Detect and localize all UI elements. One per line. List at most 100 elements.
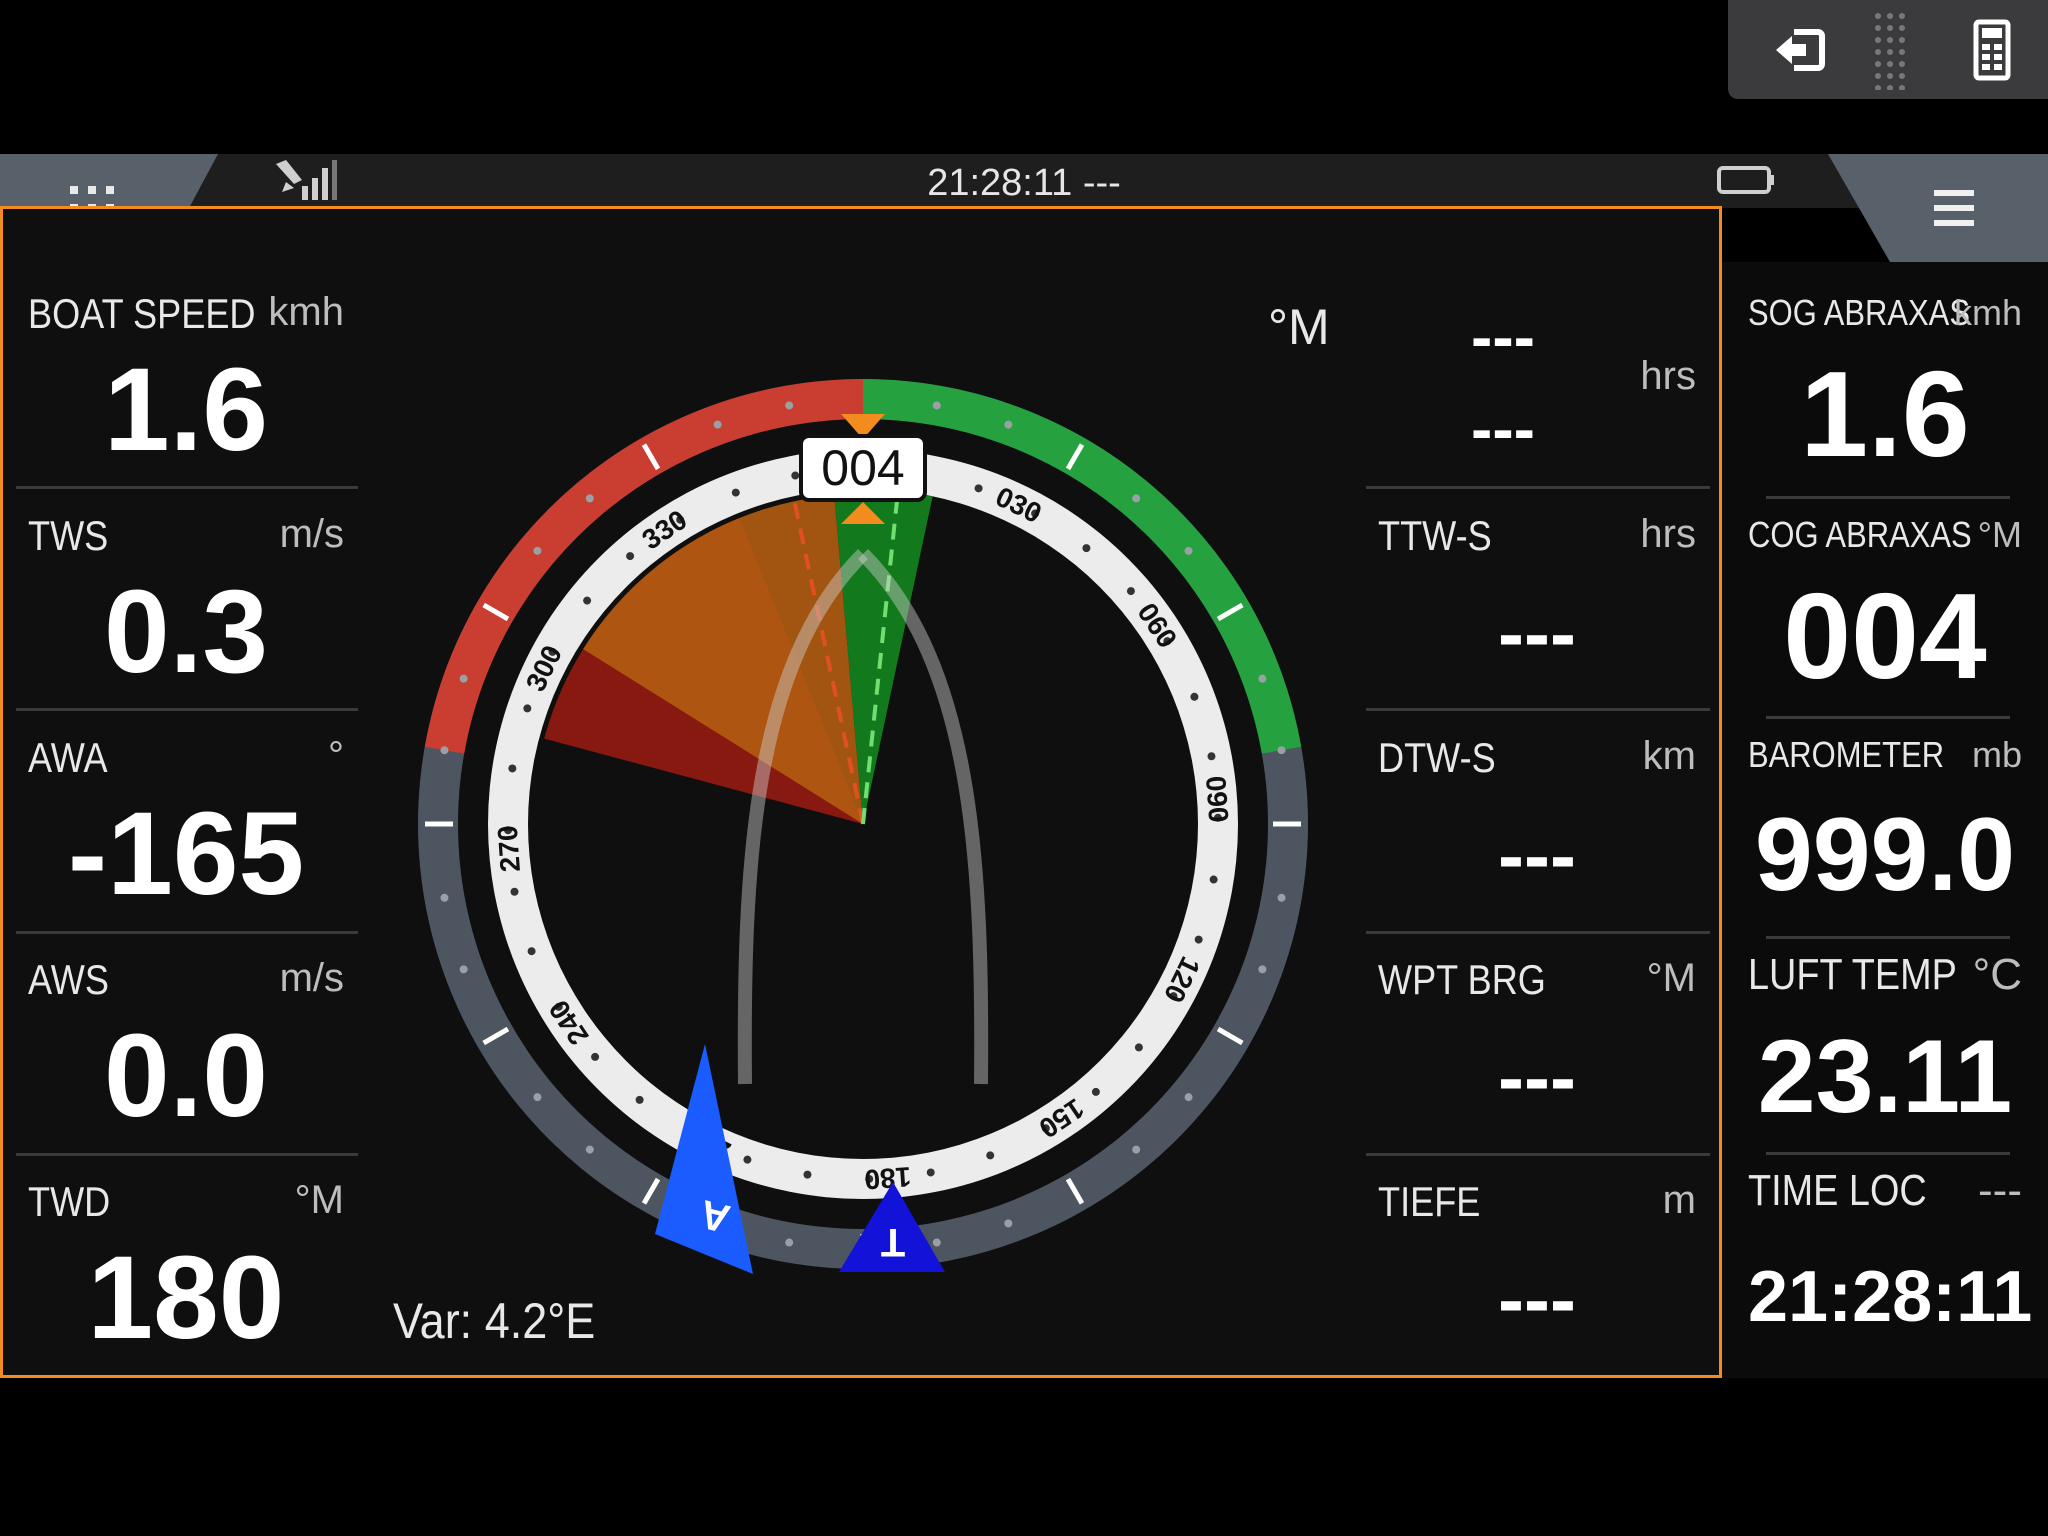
tile-label: BAROMETER — [1748, 734, 1945, 775]
rose-dot — [508, 764, 517, 773]
tile-label: TWD — [28, 1178, 111, 1225]
tile-unit: °M — [294, 1178, 344, 1222]
tile-value: 180 — [87, 1232, 285, 1364]
tile-value: 23.11 — [1757, 1019, 2013, 1135]
gps-signal-icon — [272, 158, 342, 207]
tile-unit: mb — [1971, 734, 2022, 775]
rose-dot — [583, 596, 592, 605]
floating-toolbar — [1728, 0, 2048, 99]
tile-value: --- — [1498, 1033, 1576, 1121]
tile-unit: km — [1642, 734, 1696, 778]
bezel-dot — [533, 1093, 542, 1102]
tile-time-loc[interactable]: TIME LOC --- 21:28:11 — [1748, 1166, 2033, 1356]
tile-twd[interactable]: TWD °M 180 — [28, 1178, 344, 1368]
bezel-dot — [533, 546, 542, 555]
tile-wpt-brg[interactable]: WPT BRG °M --- — [1378, 956, 1696, 1146]
tile-label: BOAT SPEED — [28, 290, 256, 337]
bezel-dot — [459, 674, 468, 683]
tile-value: 0.3 — [103, 566, 269, 698]
tile-ttw-s[interactable]: TTW-S hrs --- — [1378, 512, 1696, 702]
bezel-dot — [1184, 546, 1193, 555]
divider — [16, 1153, 358, 1156]
rose-dot — [1126, 587, 1135, 596]
tile-boat-speed[interactable]: BOAT SPEED kmh 1.6 — [28, 290, 344, 480]
bezel-dot — [1004, 420, 1013, 429]
rose-dot — [743, 1155, 752, 1164]
rose-dot — [510, 887, 519, 896]
tile-unit: m/s — [279, 956, 344, 1000]
rose-dot — [1207, 752, 1216, 761]
tile-value: 004 — [1783, 568, 1987, 704]
bezel-dot — [1184, 1093, 1193, 1102]
exit-icon[interactable] — [1768, 18, 1832, 82]
divider — [1366, 931, 1710, 934]
tile-tiefe[interactable]: TIEFE m --- — [1378, 1178, 1696, 1368]
tile-value: 1.6 — [103, 344, 269, 476]
divider — [16, 708, 358, 711]
tile-label: TIME LOC — [1748, 1166, 1927, 1215]
tile-unit: hrs — [1640, 512, 1696, 556]
tile-value: 21:28:11 — [1748, 1257, 2033, 1337]
tile-unit: --- — [1978, 1166, 2022, 1215]
divider — [1366, 1153, 1710, 1156]
tile-aws[interactable]: AWS m/s 0.0 — [28, 956, 344, 1146]
tile-unit: °M — [1977, 514, 2022, 555]
tile-dtw-s[interactable]: DTW-S km --- — [1378, 734, 1696, 924]
bezel-dot — [1258, 965, 1267, 974]
bezel-dot — [459, 965, 468, 974]
tile-value: --- — [1498, 1255, 1576, 1343]
rose-dot — [1134, 1043, 1143, 1052]
menu-button[interactable] — [1828, 154, 2048, 262]
heading-readout: 004 — [821, 440, 904, 496]
rose-dot — [1190, 692, 1199, 701]
wind-compass[interactable]: 030060090120150180210240270300330004AT — [380, 262, 1320, 1372]
rose-dot — [803, 1170, 812, 1179]
bezel-dot — [932, 401, 941, 410]
drag-handle-icon[interactable] — [1870, 13, 1910, 91]
tile-value-secondary: --- — [1471, 393, 1535, 465]
tile-sog[interactable]: SOG ABRAXAS kmh 1.6 — [1748, 292, 2022, 482]
tile-label: TTW-S — [1378, 512, 1492, 559]
tile-tws[interactable]: TWS m/s 0.3 — [28, 512, 344, 702]
tile-cog[interactable]: COG ABRAXAS °M 004 — [1748, 514, 2022, 704]
rose-dot — [523, 704, 532, 713]
tile-time-to-mark[interactable]: hrs --- --- — [1378, 300, 1696, 480]
tile-label: TWS — [28, 512, 109, 559]
bezel-dot — [440, 893, 449, 902]
bezel-dot — [1132, 1145, 1141, 1154]
divider — [1766, 936, 2010, 939]
rose-label: 180 — [863, 1161, 912, 1195]
bezel-dot — [585, 1145, 594, 1154]
hamburger-icon — [1932, 186, 1976, 235]
tile-luft-temp[interactable]: LUFT TEMP °C 23.11 — [1748, 950, 2022, 1140]
rose-label: 090 — [1200, 775, 1234, 824]
tile-label: AWS — [28, 956, 109, 1003]
tile-awa[interactable]: AWA ° -165 — [28, 734, 344, 924]
keypad-icon[interactable] — [1960, 18, 2024, 82]
true-wind-label: T — [881, 1220, 905, 1264]
rose-dot — [986, 1151, 995, 1160]
bezel-dot — [1277, 746, 1286, 755]
tile-unit: ° — [328, 734, 344, 778]
tile-label: WPT BRG — [1378, 956, 1546, 1003]
tile-unit: °C — [1972, 950, 2022, 999]
divider — [1366, 708, 1710, 711]
rose-dot — [926, 1168, 935, 1177]
rose-dot — [791, 471, 800, 480]
rose-dot — [731, 488, 740, 497]
divider — [1766, 716, 2010, 719]
tile-barometer[interactable]: BAROMETER mb 999.0 — [1748, 734, 2022, 924]
status-bar: 21:28:11 --- — [0, 154, 2048, 208]
tile-unit: hrs — [1640, 354, 1696, 398]
tile-value: 0.0 — [103, 1010, 269, 1142]
bezel-dot — [1258, 674, 1267, 683]
divider — [16, 931, 358, 934]
rose-dot — [635, 1095, 644, 1104]
tile-value: 999.0 — [1754, 797, 2016, 913]
bezel-dot — [585, 494, 594, 503]
battery-icon — [1716, 164, 1776, 201]
tile-value: --- — [1471, 301, 1535, 373]
bezel-dot — [932, 1238, 941, 1247]
tile-label: TIEFE — [1378, 1178, 1481, 1225]
bezel-dot — [1132, 494, 1141, 503]
